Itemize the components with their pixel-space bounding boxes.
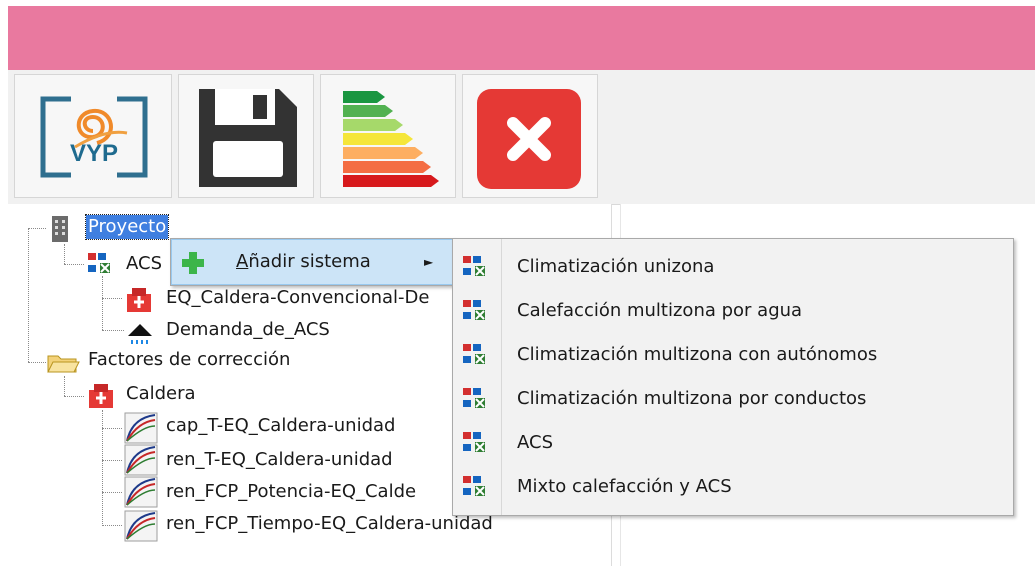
system-icon (463, 300, 485, 320)
menu-item-mnemonic: A (236, 251, 249, 272)
submenu-item[interactable]: Climatización unizona (453, 247, 1013, 287)
system-icon (88, 253, 110, 273)
tree-node-label: Proyecto (84, 214, 170, 240)
menu-item-label: ñadir sistema (248, 251, 371, 272)
curve-icon (124, 476, 158, 508)
plus-icon (182, 252, 204, 274)
title-bar (8, 6, 1035, 70)
close-button[interactable] (462, 74, 598, 198)
submenu-item[interactable]: Calefacción multizona por agua (453, 291, 1013, 331)
tree-connector (64, 264, 84, 265)
tree-node-label: Demanda_de_ACS (166, 319, 330, 340)
shower-icon (128, 324, 152, 344)
tree-connector (28, 362, 46, 363)
save-button[interactable] (178, 74, 314, 198)
system-icon (463, 344, 485, 364)
submenu-item-label: ACS (517, 432, 553, 453)
curve-icon (124, 510, 158, 542)
submenu-item[interactable]: Mixto calefacción y ACS (453, 467, 1013, 507)
submenu-item-label: Climatización multizona con autónomos (517, 344, 878, 365)
system-icon (463, 388, 485, 408)
submenu-item-label: Climatización multizona por conductos (517, 388, 867, 409)
submenu: Climatización unizona Calefacción multiz… (452, 238, 1014, 516)
close-icon (477, 89, 581, 189)
menu-item-add-system[interactable]: Añadir sistema ► (171, 239, 453, 285)
context-menu: Añadir sistema ► (170, 238, 454, 286)
tree-connector (64, 376, 65, 396)
tree-connector (64, 244, 65, 264)
building-icon (52, 216, 68, 242)
submenu-item-label: Climatización unizona (517, 256, 715, 277)
logo-icon: VYP (40, 96, 148, 178)
tree-connector (64, 396, 84, 397)
submenu-arrow-icon: ► (424, 255, 434, 269)
energy-rating-button[interactable] (320, 74, 456, 198)
submenu-item[interactable]: ACS (453, 423, 1013, 463)
toolbar: VYP (8, 70, 1035, 205)
energy-rating-icon (343, 91, 439, 187)
tree-node-label: ren_T-EQ_Caldera-unidad (166, 449, 393, 470)
tree-connector (102, 525, 122, 526)
submenu-item[interactable]: Climatización multizona por conductos (453, 379, 1013, 419)
tree-node-label: ren_FCP_Potencia-EQ_Calde (166, 481, 417, 502)
submenu-item[interactable]: Climatización multizona con autónomos (453, 335, 1013, 375)
tree-connector (102, 276, 103, 330)
tree-connector (102, 492, 122, 493)
tree-node-label: ren_FCP_Tiempo-EQ_Caldera-unidad (166, 513, 493, 534)
save-icon (199, 89, 297, 187)
folder-icon (47, 355, 80, 373)
tree-node-label: Caldera (126, 383, 196, 404)
tree-node-label: cap_T-EQ_Caldera-unidad (166, 415, 396, 436)
boiler-icon (127, 288, 151, 312)
boiler-icon (89, 384, 113, 408)
submenu-item-label: Mixto calefacción y ACS (517, 476, 732, 497)
submenu-item-label: Calefacción multizona por agua (517, 300, 803, 321)
tree-connector (28, 228, 29, 362)
tree-connector (102, 460, 122, 461)
system-icon (463, 476, 485, 496)
logo-button[interactable]: VYP (14, 74, 172, 198)
tree-node-label: Factores de corrección (88, 349, 291, 370)
curve-icon (124, 444, 158, 476)
tree-node-label: EQ_Caldera-Convencional-De (166, 287, 430, 308)
tree-node-label: ACS (126, 253, 162, 274)
tree-connector (102, 298, 122, 299)
tree-connector (28, 228, 46, 229)
system-icon (463, 432, 485, 452)
curve-icon (124, 412, 158, 444)
tree-connector (102, 330, 124, 331)
logo-text: VYP (70, 140, 118, 167)
system-icon (463, 256, 485, 276)
tree-connector (102, 428, 122, 429)
